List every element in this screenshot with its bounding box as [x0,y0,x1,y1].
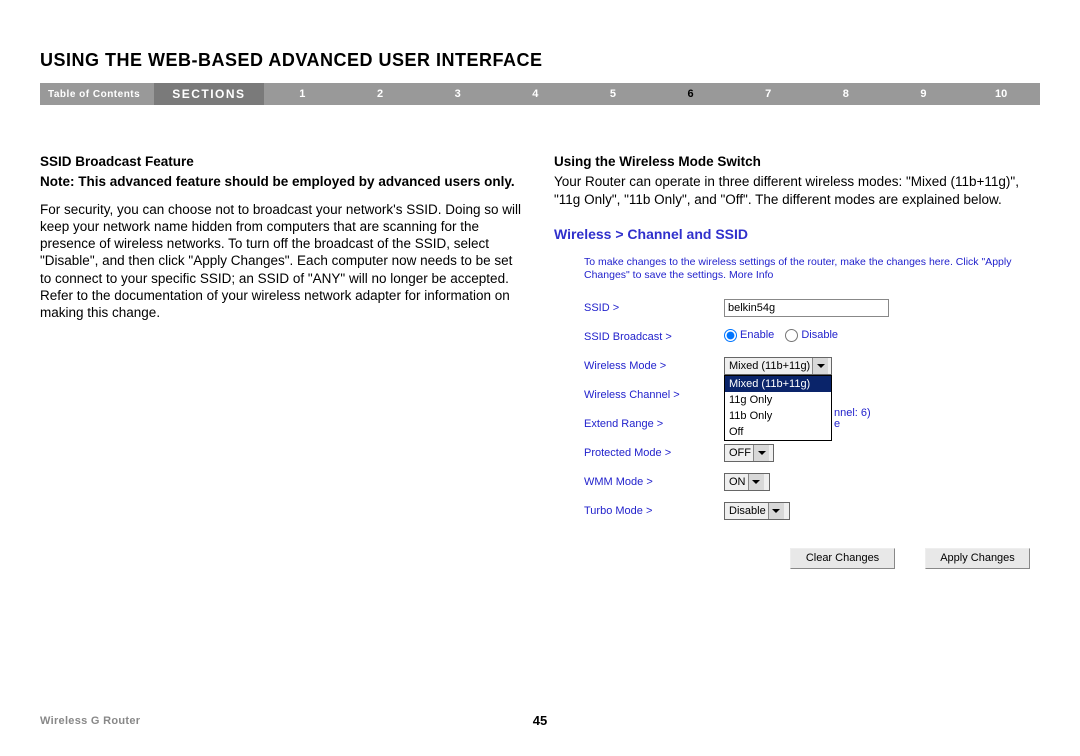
wireless-mode-selected: Mixed (11b+11g) [729,359,812,373]
wmm-mode-value: ON [729,475,748,489]
label-mode: Wireless Mode > [584,357,724,373]
label-ssid: SSID > [584,299,724,315]
ui-panel-title: Wireless > Channel and SSID [554,226,1040,244]
ssid-broadcast-heading: SSID Broadcast Feature [40,153,526,170]
nav-section-7[interactable]: 7 [729,88,807,100]
nav-sections-label: SECTIONS [154,83,263,105]
nav-section-4[interactable]: 4 [496,88,574,100]
page-footer: Wireless G Router 45 [40,713,1040,728]
nav-section-1[interactable]: 1 [264,88,342,100]
protected-mode-select[interactable]: OFF [724,444,774,462]
broadcast-disable-text: Disable [801,329,838,341]
ssid-input[interactable] [724,299,889,317]
label-broadcast: SSID Broadcast > [584,328,724,344]
nav-bar: Table of Contents SECTIONS 1 2 3 4 5 6 7… [40,83,1040,105]
mode-option-11g[interactable]: 11g Only [725,392,831,408]
mode-option-mixed[interactable]: Mixed (11b+11g) [725,376,831,392]
wireless-mode-body: Your Router can operate in three differe… [554,173,1040,208]
wireless-mode-dropdown[interactable]: Mixed (11b+11g) 11g Only 11b Only Off [724,375,832,441]
footer-product-name: Wireless G Router [40,715,533,727]
nav-section-2[interactable]: 2 [341,88,419,100]
label-wmm: WMM Mode > [584,473,724,489]
broadcast-enable-text: Enable [740,329,774,341]
broadcast-disable-radio[interactable] [785,329,798,342]
nav-section-9[interactable]: 9 [885,88,963,100]
page-number: 45 [533,713,547,728]
page-title: USING THE WEB-BASED ADVANCED USER INTERF… [0,0,1080,83]
protected-mode-value: OFF [729,446,753,460]
chevron-down-icon [753,445,769,461]
ssid-broadcast-body: For security, you can choose not to broa… [40,201,526,322]
panel-instructions: To make changes to the wireless settings… [584,256,1040,283]
mode-option-off[interactable]: Off [725,424,831,440]
extend-hint-text: e [834,417,840,431]
wireless-mode-heading: Using the Wireless Mode Switch [554,153,1040,170]
label-turbo: Turbo Mode > [584,502,724,518]
label-channel: Wireless Channel > [584,386,724,402]
label-protected: Protected Mode > [584,444,724,460]
broadcast-enable-option[interactable]: Enable [724,329,774,341]
label-extend: Extend Range > [584,415,724,431]
nav-section-6[interactable]: 6 [652,88,730,100]
nav-section-10[interactable]: 10 [962,88,1040,100]
mode-option-11b[interactable]: 11b Only [725,408,831,424]
turbo-mode-value: Disable [729,504,768,518]
ssid-broadcast-note: Note: This advanced feature should be em… [40,173,526,190]
chevron-down-icon [748,474,764,490]
wireless-mode-select[interactable]: Mixed (11b+11g) [724,357,832,375]
chevron-down-icon [812,358,828,374]
clear-changes-button[interactable]: Clear Changes [790,548,895,569]
nav-section-5[interactable]: 5 [574,88,652,100]
broadcast-enable-radio[interactable] [724,329,737,342]
broadcast-disable-option[interactable]: Disable [785,329,838,341]
apply-changes-button[interactable]: Apply Changes [925,548,1030,569]
nav-section-3[interactable]: 3 [419,88,497,100]
chevron-down-icon [768,503,784,519]
nav-section-8[interactable]: 8 [807,88,885,100]
nav-toc[interactable]: Table of Contents [40,89,154,100]
left-column: SSID Broadcast Feature Note: This advanc… [40,153,526,569]
turbo-mode-select[interactable]: Disable [724,502,790,520]
wmm-mode-select[interactable]: ON [724,473,770,491]
router-settings-panel: To make changes to the wireless settings… [554,256,1040,569]
right-column: Using the Wireless Mode Switch Your Rout… [554,153,1040,569]
